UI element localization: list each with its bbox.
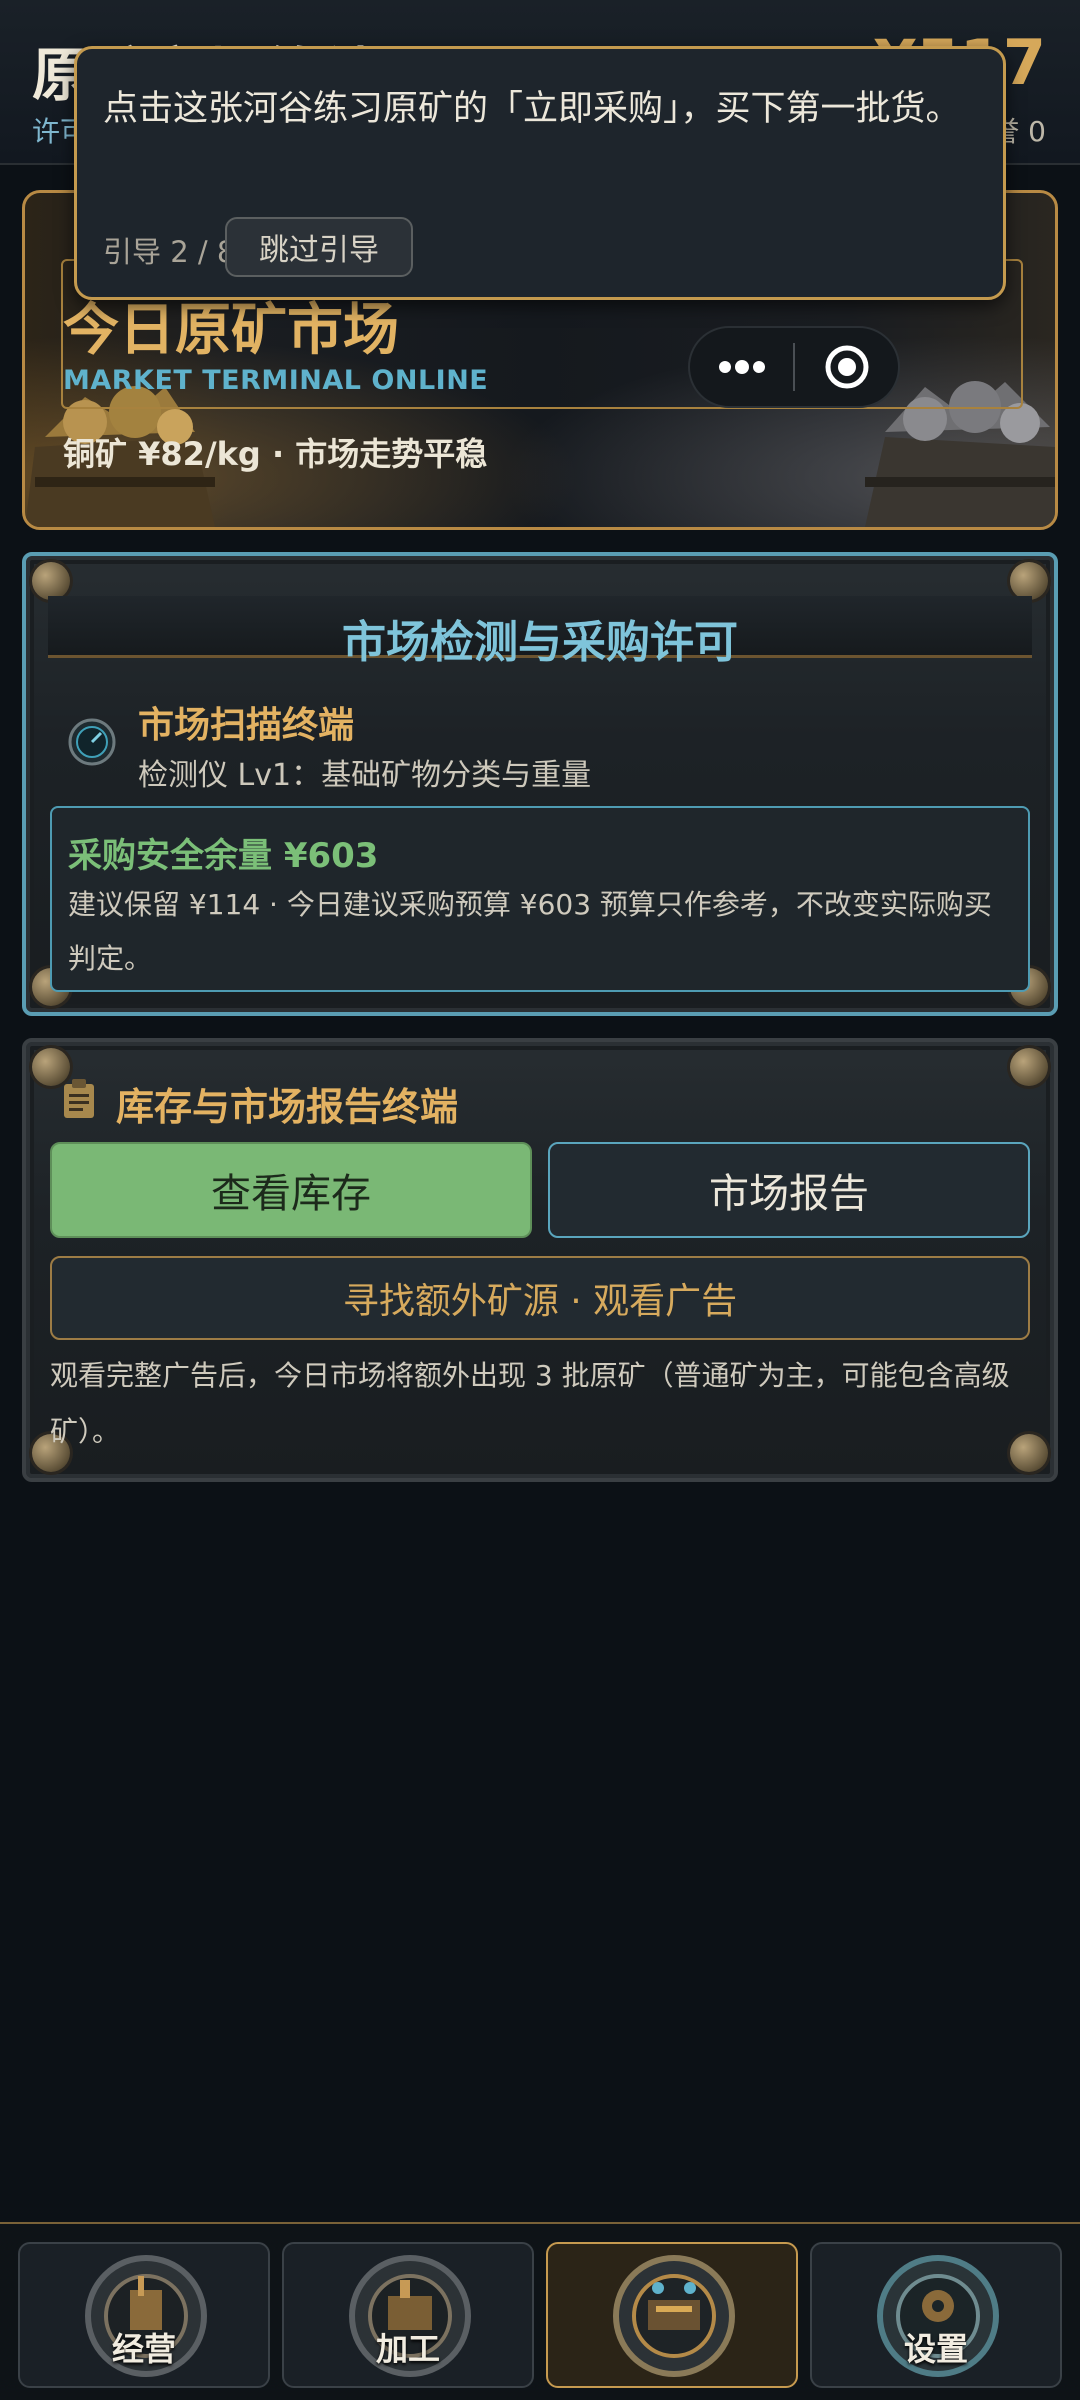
- close-miniprogram-button[interactable]: [795, 328, 898, 406]
- scanner-gauge-icon: [68, 718, 116, 766]
- rivet-decoration: [1010, 1048, 1048, 1086]
- safety-margin-box: 采购安全余量 ¥603 建议保留 ¥114 · 今日建议采购预算 ¥603 预算…: [50, 806, 1030, 992]
- safety-margin-title: 采购安全余量 ¥603: [68, 836, 379, 876]
- scanner-level: 检测仪 Lv1：基础矿物分类与重量: [138, 758, 592, 793]
- tab-settings[interactable]: 设置: [810, 2242, 1062, 2388]
- tab-market[interactable]: [546, 2242, 798, 2388]
- market-icon: [613, 2255, 735, 2377]
- target-close-icon: [825, 345, 868, 389]
- market-report-button[interactable]: 市场报告: [548, 1142, 1030, 1238]
- inventory-panel: 库存与市场报告终端 查看库存 市场报告 寻找额外矿源 · 观看广告 观看完整广告…: [22, 1038, 1058, 1482]
- guide-tooltip: 点击这张河谷练习原矿的「立即采购」，买下第一批货。 引导 2 / 8 跳过引导: [74, 46, 1006, 300]
- rivet-decoration: [32, 562, 70, 600]
- tab-settings-label: 设置: [903, 2330, 968, 2368]
- guide-text: 点击这张河谷练习原矿的「立即采购」，买下第一批货。: [103, 89, 961, 129]
- permit-panel-title: 市场检测与采购许可: [342, 617, 738, 668]
- hero-subtitle: MARKET TERMINAL ONLINE: [63, 365, 489, 396]
- scanner-title: 市场扫描终端: [138, 705, 355, 746]
- more-button[interactable]: [690, 328, 793, 406]
- more-dots-icon: [718, 360, 765, 374]
- ad-description: 观看完整广告后，今日市场将额外出现 3 批原矿（普通矿为主，可能包含高级矿）。: [50, 1359, 1010, 1448]
- permit-panel: 市场检测与采购许可 市场扫描终端 检测仪 Lv1：基础矿物分类与重量 采购安全余…: [22, 552, 1058, 1016]
- tab-business-label: 经营: [111, 2330, 176, 2368]
- clipboard-icon: [64, 1079, 94, 1118]
- rivet-decoration: [1010, 562, 1048, 600]
- safety-margin-desc: 建议保留 ¥114 · 今日建议采购预算 ¥603 预算只作参考，不改变实际购买…: [68, 888, 992, 975]
- tab-processing-label: 加工: [375, 2330, 440, 2368]
- miniprogram-capsule: [688, 326, 900, 408]
- copper-price-line: 铜矿 ¥82/kg · 市场走势平稳: [63, 435, 488, 473]
- watch-ad-button[interactable]: 寻找额外矿源 · 观看广告: [50, 1256, 1030, 1340]
- guide-step-indicator: 引导 2 / 8: [103, 235, 236, 269]
- bottom-nav: 经营 加工 设置: [0, 2222, 1080, 2400]
- skip-guide-button[interactable]: 跳过引导: [225, 217, 413, 277]
- tab-processing[interactable]: 加工: [282, 2242, 534, 2388]
- tab-business[interactable]: 经营: [18, 2242, 270, 2388]
- view-inventory-button[interactable]: 查看库存: [50, 1142, 532, 1238]
- inventory-panel-title: 库存与市场报告终端: [116, 1085, 459, 1129]
